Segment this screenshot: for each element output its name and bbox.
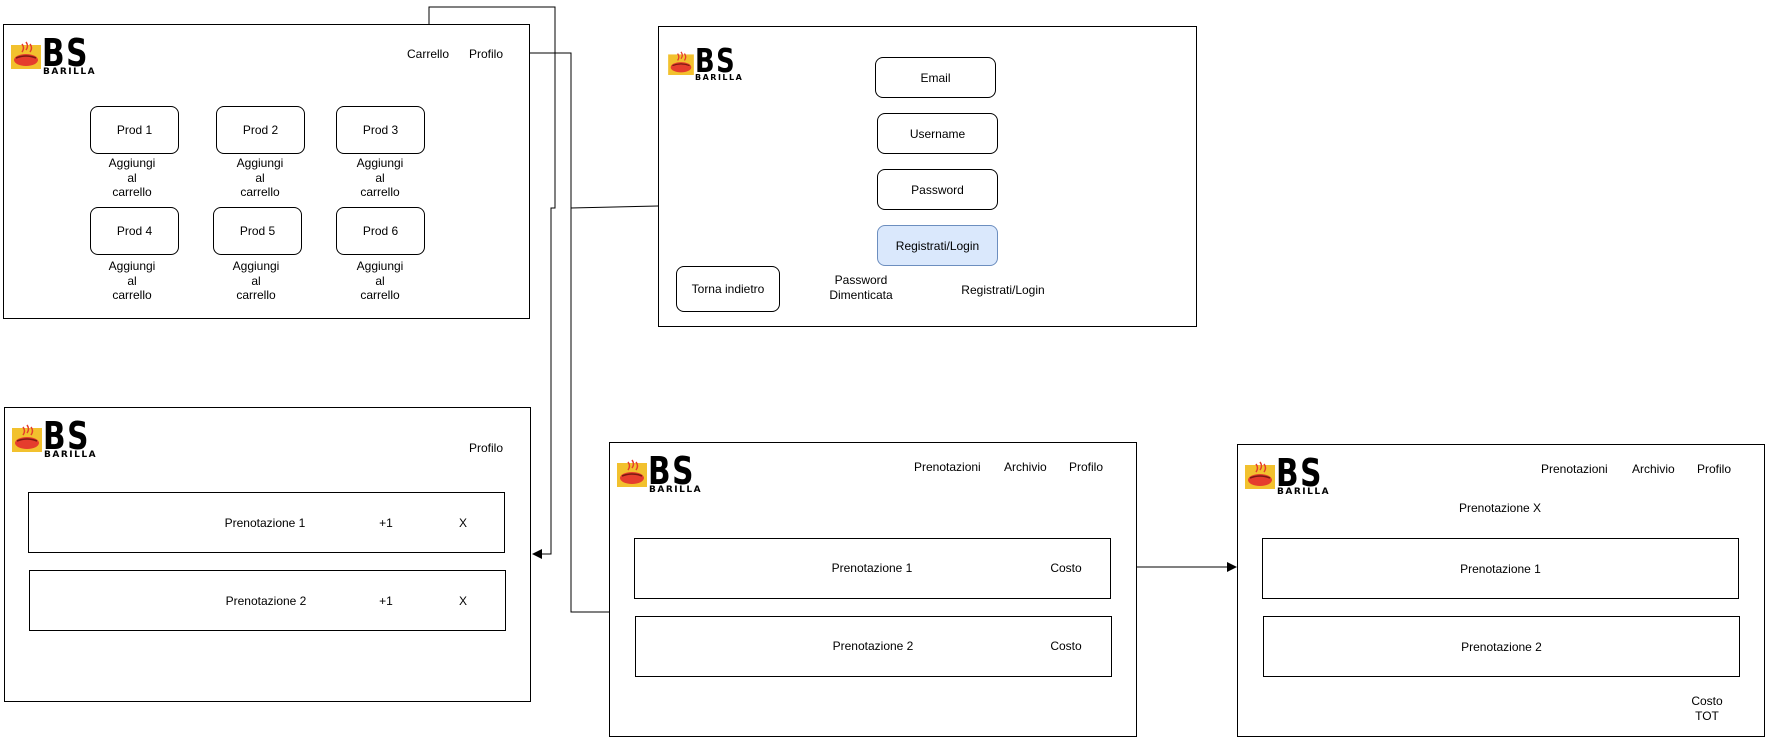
logo-brand: BARILLA [649,485,703,495]
brand-logo: BS BARILLA [12,414,96,468]
total-cost-label: Costo TOT [1691,694,1723,723]
nav-archive-link[interactable]: Archivio [1632,462,1675,476]
brand-logo: BS BARILLA [617,449,701,503]
nav-profile-link[interactable]: Profilo [1069,460,1103,474]
add-to-cart-2[interactable]: Aggiungi al carrello [237,156,284,200]
logo-brand: BARILLA [695,73,744,82]
brand-logo: BS BARILLA [11,31,95,85]
cart-row-label: Prenotazione 1 [224,516,306,530]
product-card-2[interactable]: Prod 2 [216,106,305,154]
logo-brand: BARILLA [43,67,97,77]
nav-bookings-link[interactable]: Prenotazioni [914,460,981,474]
detail-title: Prenotazione X [1458,501,1542,515]
forgot-password-link[interactable]: Password Dimenticata [829,273,892,302]
username-field[interactable]: Username [877,113,998,154]
email-field[interactable]: Email [875,57,996,98]
logo-brand: BARILLA [1277,487,1331,497]
logo-brand: BARILLA [44,450,98,460]
pan-icon [11,41,41,69]
nav-bookings-link[interactable]: Prenotazioni [1541,462,1608,476]
nav-profile-link[interactable]: Profilo [469,47,503,61]
password-field[interactable]: Password [877,169,998,210]
product-card-3[interactable]: Prod 3 [336,106,425,154]
cart-row-label: Prenotazione 2 [225,594,307,608]
product-card-5[interactable]: Prod 5 [213,207,302,255]
remove-button[interactable]: X [459,594,467,608]
add-to-cart-1[interactable]: Aggiungi al carrello [109,156,156,200]
booking-row-label: Prenotazione 1 [831,561,913,575]
booking-row-cost: Costo [1050,639,1082,653]
product-card-4[interactable]: Prod 4 [90,207,179,255]
increment-button[interactable]: +1 [379,594,393,608]
detail-row: Prenotazione 1 [1262,538,1739,599]
brand-logo: BS BARILLA [1245,451,1329,505]
add-to-cart-3[interactable]: Aggiungi al carrello [357,156,404,200]
nav-cart-link[interactable]: Carrello [407,47,449,61]
nav-profile-link[interactable]: Profilo [1697,462,1731,476]
login-submit-button[interactable]: Registrati/Login [877,225,998,266]
add-to-cart-5[interactable]: Aggiungi al carrello [233,259,280,303]
register-login-link[interactable]: Registrati/Login [961,283,1044,297]
connector-profile-to-bookings [570,208,609,613]
nav-archive-link[interactable]: Archivio [1004,460,1047,474]
detail-row: Prenotazione 2 [1263,616,1740,677]
cart-screen: BS BARILLA Profilo [4,407,531,702]
remove-button[interactable]: X [459,516,467,530]
pan-icon [1245,461,1275,489]
nav-profile-link[interactable]: Profilo [469,441,503,455]
booking-row-label: Prenotazione 2 [832,639,914,653]
pan-icon [668,51,694,75]
add-to-cart-6[interactable]: Aggiungi al carrello [357,259,404,303]
add-to-cart-4[interactable]: Aggiungi al carrello [109,259,156,303]
product-card-6[interactable]: Prod 6 [336,207,425,255]
booking-row-cost: Costo [1050,561,1082,575]
product-card-1[interactable]: Prod 1 [90,106,179,154]
pan-icon [12,424,42,452]
back-button[interactable]: Torna indietro [676,266,780,312]
increment-button[interactable]: +1 [379,516,393,530]
connector-profile-to-login [517,52,659,209]
brand-logo: BS BARILLA [668,41,748,93]
pan-icon [617,459,647,487]
